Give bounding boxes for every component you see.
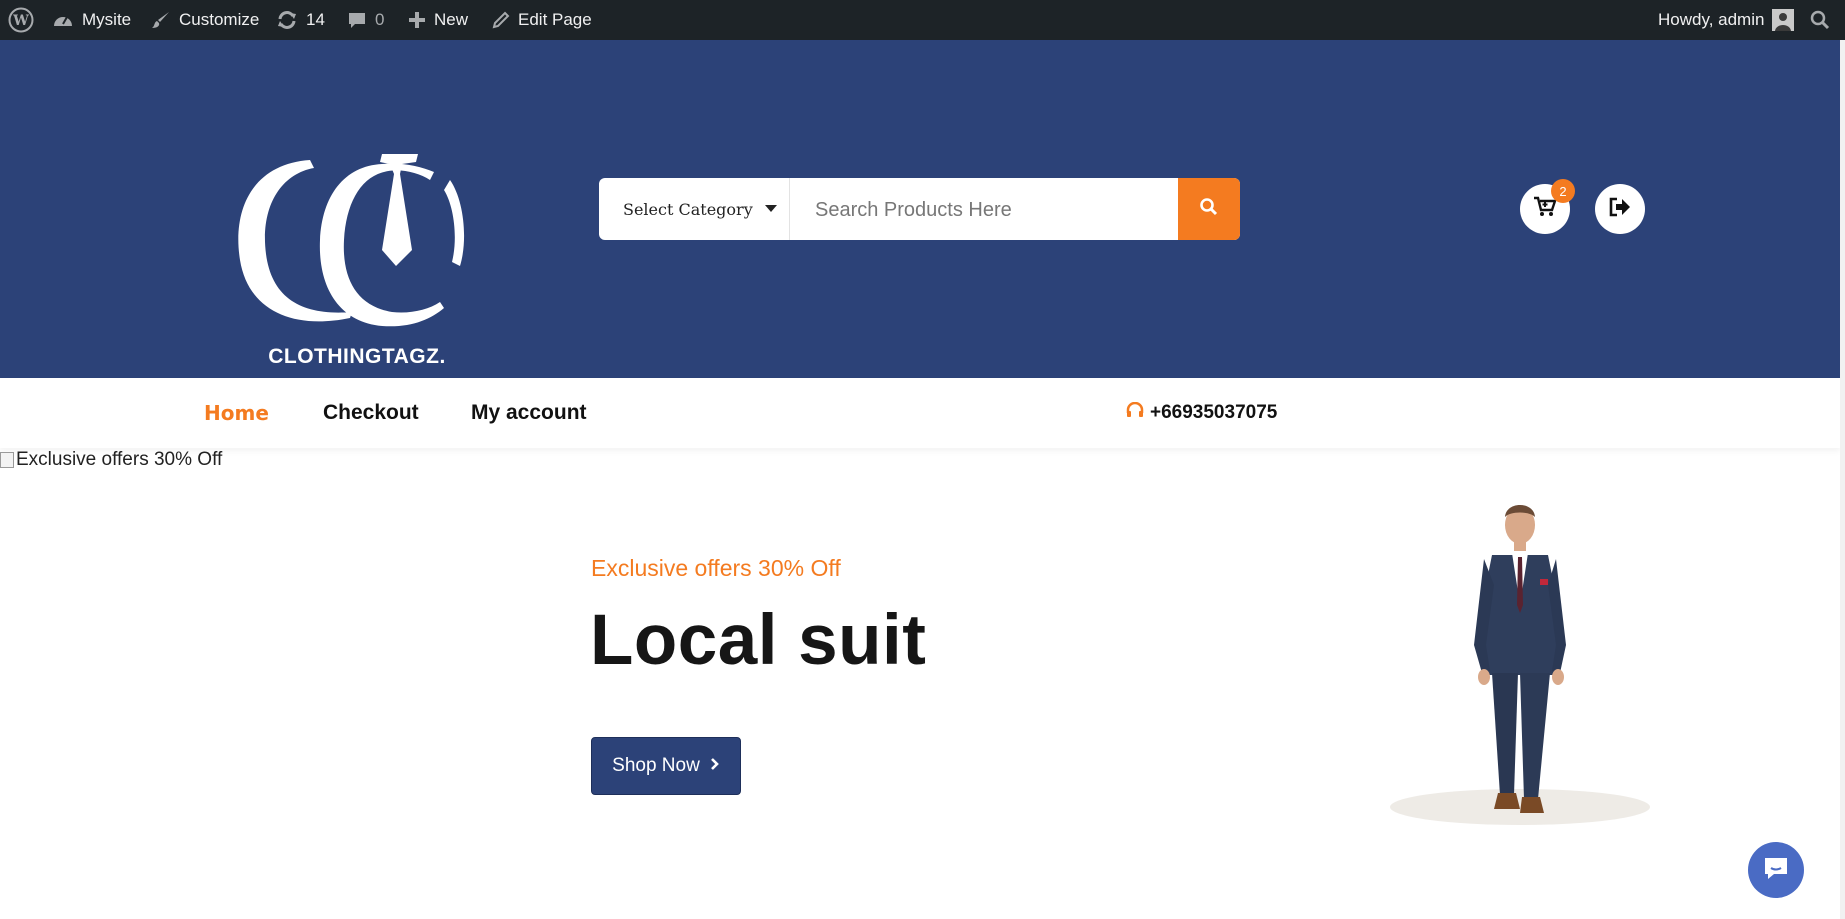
search-icon [1810,10,1830,30]
nav-item-checkout[interactable]: Checkout [323,378,419,448]
chevron-right-icon [710,755,720,777]
caret-down-icon [765,205,777,212]
category-select-value: Select Category [623,199,753,219]
edit-page-label: Edit Page [518,10,592,29]
comments-link[interactable]: 0 [347,0,384,40]
main-navigation: Home Checkout My account +66935037075 [0,378,1840,448]
updates-count: 14 [306,10,325,29]
update-icon [276,10,298,30]
search-button[interactable] [1178,178,1240,240]
pencil-icon [492,11,510,29]
headset-icon [1126,401,1144,424]
wordpress-menu[interactable]: W [8,0,34,40]
phone-number: +66935037075 [1150,402,1278,423]
banner-image-alt: Exclusive offers 30% Off [16,449,223,470]
site-name-link[interactable]: Mysite [52,0,131,40]
brush-icon [151,10,171,30]
banner-image-broken: Exclusive offers 30% Off [0,449,222,471]
site-logo[interactable]: CLOTHINGTAGZ. [232,150,472,370]
logo-text: CLOTHINGTAGZ. [268,345,446,368]
updates-link[interactable]: 14 [276,0,325,40]
hero-model-image [1380,495,1660,855]
nav-item-home[interactable]: Home [204,378,269,448]
shop-now-label: Shop Now [612,755,700,776]
chat-icon [1762,855,1790,886]
product-search-form: Select Category [599,178,1240,240]
customize-link[interactable]: Customize [151,0,259,40]
account-menu[interactable]: Howdy, admin [1658,0,1795,40]
dashboard-icon [52,10,74,30]
comments-count: 0 [375,10,385,29]
contact-phone[interactable]: +66935037075 [1126,378,1277,448]
wordpress-icon: W [8,7,34,33]
shop-now-button[interactable]: Shop Now [591,737,741,795]
customize-label: Customize [179,10,260,29]
site-header: CLOTHINGTAGZ. Select Category 2 [0,40,1840,378]
admin-search-button[interactable] [1810,0,1830,40]
plus-icon [408,11,426,29]
hero-subtitle: Exclusive offers 30% Off [591,555,841,581]
logo-mark [238,154,465,327]
search-input[interactable] [790,178,1178,240]
broken-image-icon [0,452,14,468]
search-icon [1199,197,1219,222]
category-select[interactable]: Select Category [599,178,790,240]
avatar [1772,9,1795,31]
edit-page-link[interactable]: Edit Page [492,0,592,40]
howdy-label: Howdy, admin [1658,10,1765,29]
site-name-label: Mysite [82,10,132,29]
logout-button[interactable] [1595,184,1645,234]
cart-count-badge: 2 [1551,179,1575,203]
page-scrollbar[interactable] [1840,40,1845,919]
comment-icon [347,10,367,30]
new-content-link[interactable]: New [408,0,468,40]
new-label: New [434,10,469,29]
logout-icon [1608,196,1632,223]
cart-icon [1533,196,1557,223]
nav-item-my-account[interactable]: My account [471,378,587,448]
svg-text:W: W [12,13,29,29]
admin-bar: W Mysite Customize 14 0 New Edit Page Ho… [0,0,1845,40]
chat-button[interactable] [1748,842,1804,898]
hero-title: Local suit [590,601,927,680]
